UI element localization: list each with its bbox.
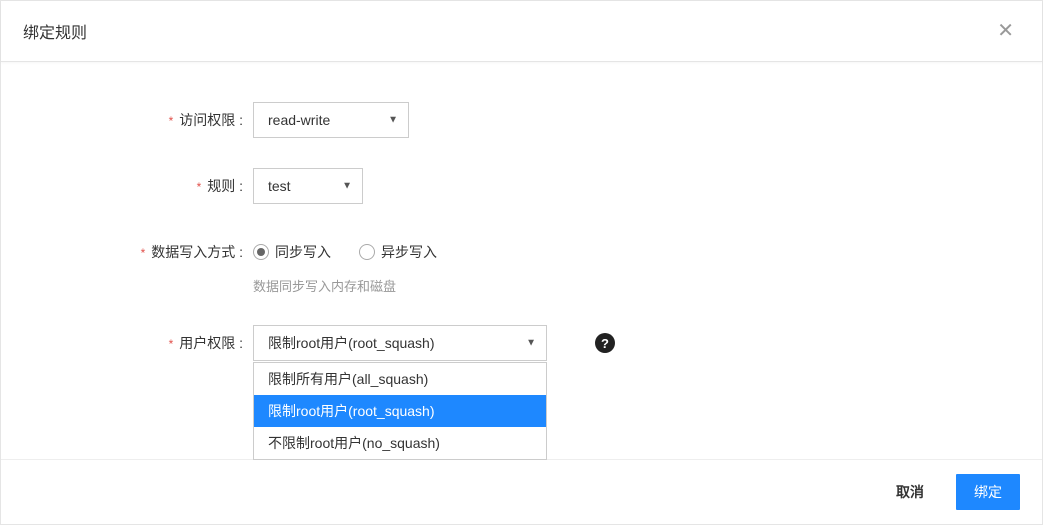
radio-label: 同步写入 — [275, 242, 331, 262]
modal-title: 绑定规则 — [23, 19, 87, 43]
label-user-permission: * 用户权限 : — [21, 325, 253, 353]
modal-body: * 访问权限 : read-write ▼ * 规则 : test ▼ — [1, 62, 1042, 459]
help-icon[interactable]: ? — [595, 333, 615, 353]
control-user-permission: 限制root用户(root_squash) ▼ 限制所有用户(all_squas… — [253, 325, 547, 361]
form-row-write-mode: * 数据写入方式 : 同步写入 异步写入 数据同步写入内存和磁盘 — [21, 234, 1022, 295]
radio-checked-icon — [253, 244, 269, 260]
chevron-down-icon: ▼ — [342, 181, 352, 192]
select-value: test — [268, 178, 291, 194]
label-text: 数据写入方式 : — [151, 244, 243, 260]
radio-label: 异步写入 — [381, 242, 437, 262]
select-access-permission[interactable]: read-write ▼ — [253, 102, 409, 138]
modal-header: 绑定规则 ✕ — [1, 1, 1042, 62]
select-rule[interactable]: test ▼ — [253, 168, 363, 204]
cancel-button[interactable]: 取消 — [878, 474, 942, 510]
label-write-mode: * 数据写入方式 : — [21, 234, 253, 262]
control-user-permission-row: 限制root用户(root_squash) ▼ 限制所有用户(all_squas… — [253, 325, 615, 361]
chevron-down-icon: ▼ — [526, 338, 536, 349]
dropdown-user-permission: 限制所有用户(all_squash) 限制root用户(root_squash)… — [253, 362, 547, 460]
select-value: read-write — [268, 112, 330, 128]
select-value: 限制root用户(root_squash) — [268, 333, 435, 353]
form-row-user-permission: * 用户权限 : 限制root用户(root_squash) ▼ 限制所有用户(… — [21, 325, 1022, 361]
modal-footer: 取消 绑定 — [1, 459, 1042, 524]
select-user-permission[interactable]: 限制root用户(root_squash) ▼ — [253, 325, 547, 361]
label-text: 规则 : — [207, 178, 243, 194]
control-rule: test ▼ — [253, 168, 363, 204]
radio-group-write-mode: 同步写入 异步写入 — [253, 234, 437, 262]
required-star-icon: * — [197, 180, 202, 194]
dropdown-option-no-squash[interactable]: 不限制root用户(no_squash) — [254, 427, 546, 459]
required-star-icon: * — [169, 114, 174, 128]
dropdown-option-root-squash[interactable]: 限制root用户(root_squash) — [254, 395, 546, 427]
radio-sync[interactable]: 同步写入 — [253, 242, 331, 262]
radio-unchecked-icon — [359, 244, 375, 260]
label-text: 用户权限 : — [179, 335, 243, 351]
close-icon[interactable]: ✕ — [991, 19, 1020, 43]
required-star-icon: * — [169, 337, 174, 351]
form-row-access-permission: * 访问权限 : read-write ▼ — [21, 102, 1022, 138]
form-row-rule: * 规则 : test ▼ — [21, 168, 1022, 204]
label-access-permission: * 访问权限 : — [21, 102, 253, 130]
required-star-icon: * — [141, 246, 146, 260]
dropdown-option-all-squash[interactable]: 限制所有用户(all_squash) — [254, 363, 546, 395]
modal: 绑定规则 ✕ * 访问权限 : read-write ▼ * 规则 : — [0, 0, 1043, 525]
chevron-down-icon: ▼ — [388, 115, 398, 126]
help-text-write-mode: 数据同步写入内存和磁盘 — [253, 276, 396, 295]
radio-async[interactable]: 异步写入 — [359, 242, 437, 262]
label-text: 访问权限 : — [179, 112, 243, 128]
control-write-mode: 同步写入 异步写入 数据同步写入内存和磁盘 — [253, 234, 437, 295]
label-rule: * 规则 : — [21, 168, 253, 196]
confirm-button[interactable]: 绑定 — [956, 474, 1020, 510]
control-access-permission: read-write ▼ — [253, 102, 409, 138]
